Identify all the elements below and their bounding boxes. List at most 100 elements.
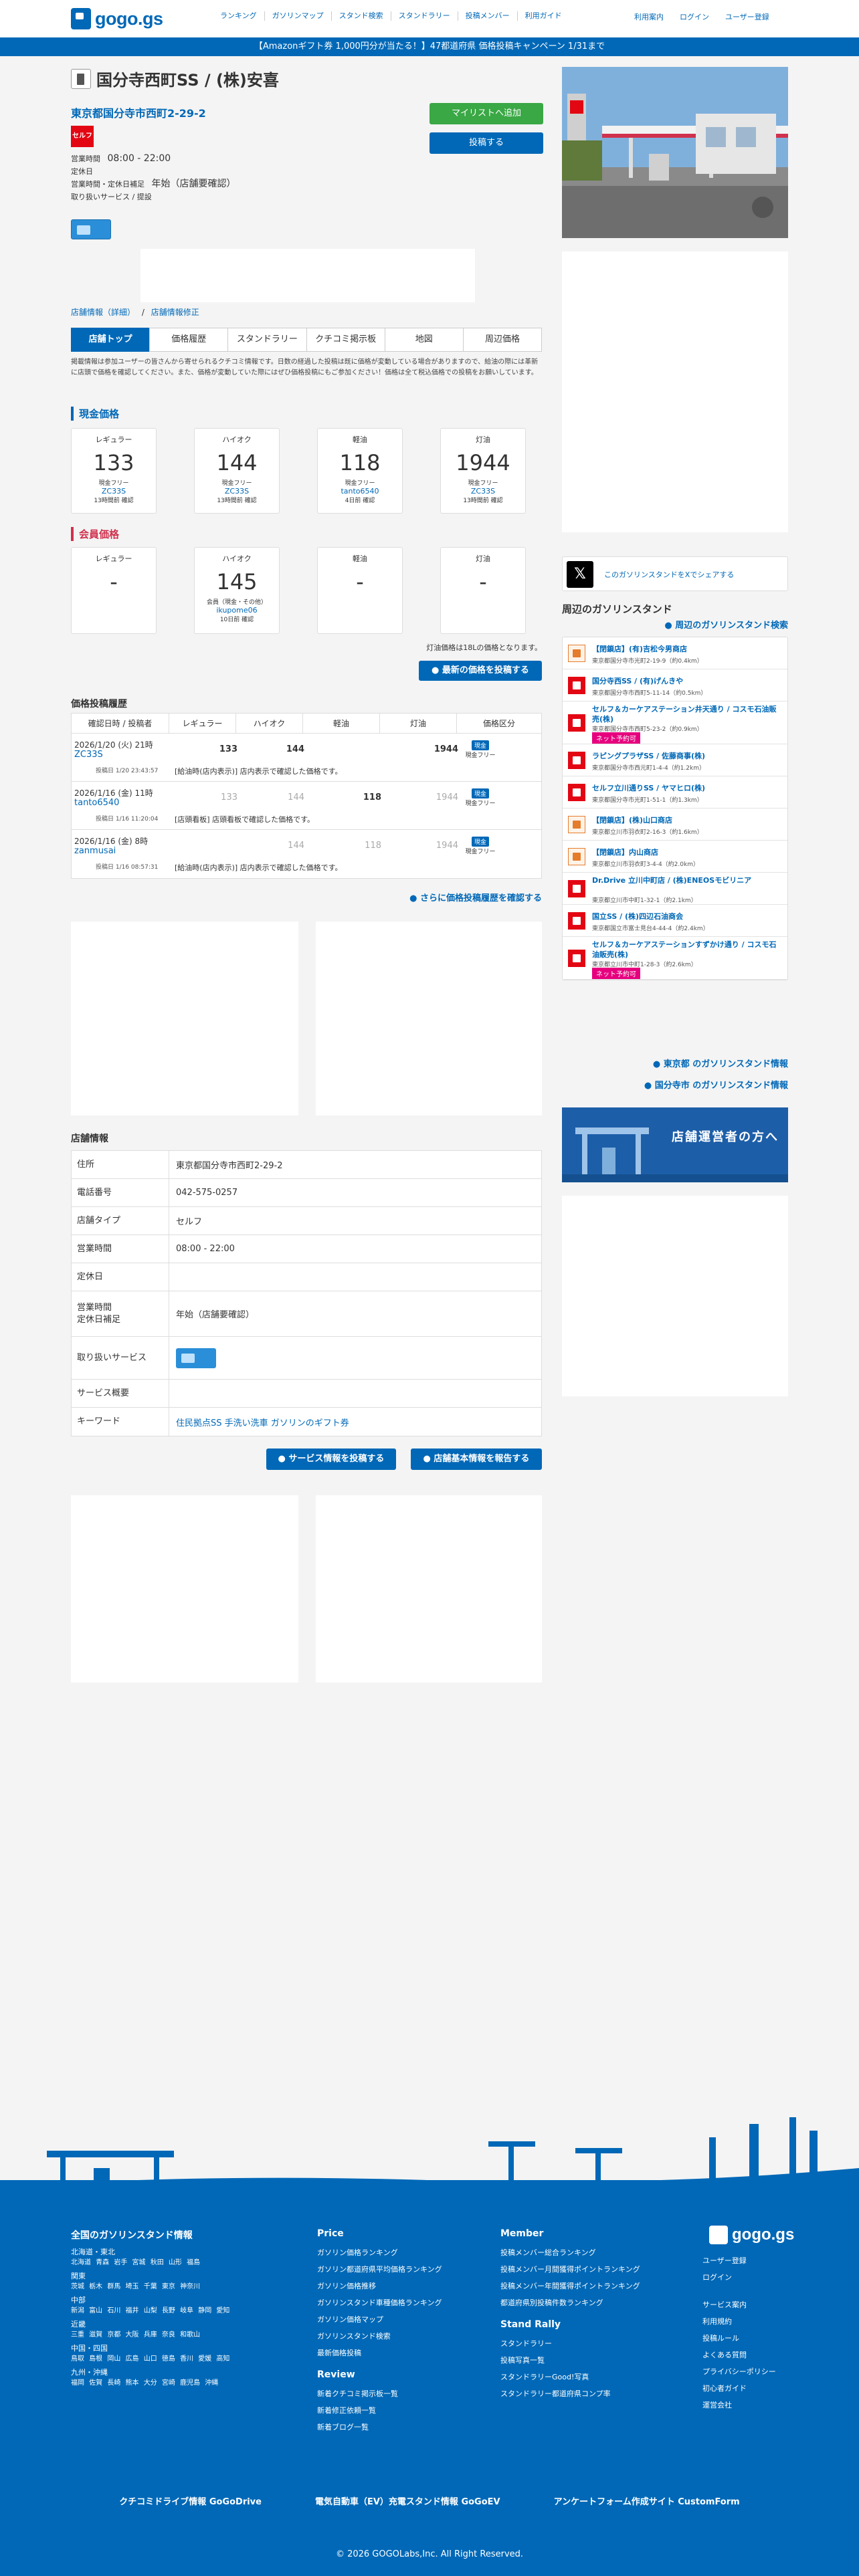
region-name: 九州・沖縄 bbox=[71, 2368, 108, 2377]
region-prefs[interactable]: 鳥取 島根 岡山 広島 山口 徳島 香川 愛媛 高知 bbox=[71, 2354, 292, 2365]
nearby-name[interactable]: 国立SS / (株)四辺石油商会 bbox=[592, 911, 783, 922]
nearby-item[interactable]: 【閉鎖店】内山商店 東京都立川市羽衣町3-4-4（約2.0km） bbox=[563, 841, 787, 873]
footer-price-link[interactable]: 最新価格投稿 bbox=[317, 2345, 478, 2361]
nav-map[interactable]: ガソリンマップ bbox=[265, 11, 332, 21]
footer-price-link[interactable]: ガソリン価格ランキング bbox=[317, 2244, 478, 2261]
footer-rally-link[interactable]: 投稿写真一覧 bbox=[500, 2352, 674, 2369]
station-tabs: 店舗トップ 価格履歴 スタンドラリー クチコミ掲示板 地図 周辺価格 bbox=[71, 328, 543, 352]
nearby-item[interactable]: Dr.Drive 立川中町店 / (株)ENEOSモビリニア 東京都立川市中町1-… bbox=[563, 873, 787, 905]
post-latest-price-button[interactable]: ● 最新の価格を投稿する bbox=[419, 661, 542, 681]
footer-rally-link[interactable]: スタンドラリー都道府県コンプ率 bbox=[500, 2385, 674, 2402]
add-mylist-button[interactable]: マイリストへ追加 bbox=[430, 103, 543, 124]
price-user[interactable]: ZC33S bbox=[195, 487, 279, 496]
footer-rally-link[interactable]: スタンドラリーGood!写真 bbox=[500, 2369, 674, 2385]
footer-price-link[interactable]: ガソリン価格推移 bbox=[317, 2278, 478, 2294]
nearby-search-link[interactable]: ● 周辺のガソリンスタンド検索 bbox=[562, 618, 788, 631]
region-prefs[interactable]: 茨城 栃木 群馬 埼玉 千葉 東京 神奈川 bbox=[71, 2282, 292, 2292]
nav-search[interactable]: スタンド検索 bbox=[332, 11, 391, 21]
post-button[interactable]: 投稿する bbox=[430, 132, 543, 154]
footer-review-link[interactable]: 新着ブログ一覧 bbox=[317, 2419, 478, 2436]
footer-price-link[interactable]: ガソリン価格マップ bbox=[317, 2311, 478, 2328]
nearby-name[interactable]: 【閉鎖店】内山商店 bbox=[592, 847, 783, 857]
nearby-item[interactable]: 国分寺西SS / (有)げんきや 東京都国分寺市西町5-11-14（約0.5km） bbox=[563, 669, 787, 702]
tab-reviews[interactable]: クチコミ掲示板 bbox=[306, 328, 385, 352]
tokyo-stations-link[interactable]: ● 東京都 のガソリンスタンド情報 bbox=[562, 1057, 788, 1069]
row-user[interactable]: ZC33S bbox=[74, 750, 103, 760]
price-user[interactable]: ZC33S bbox=[72, 487, 156, 496]
footer-rally-link[interactable]: スタンドラリー bbox=[500, 2335, 674, 2352]
nearby-item[interactable]: セルフ立川通りSS / ヤマヒロ(株) 東京都国分寺市光町1-51-1（約1.3k… bbox=[563, 776, 787, 809]
gogoev-link[interactable]: 電気自動車（EV）充電スタンド情報 GoGoEV bbox=[315, 2494, 500, 2507]
nav-members[interactable]: 投稿メンバー bbox=[458, 11, 518, 21]
owner-banner[interactable]: 店舗運営者の方へ bbox=[562, 1107, 788, 1182]
footer-site-link[interactable]: 投稿ルール bbox=[702, 2330, 809, 2347]
nearby-name[interactable]: セルフ＆カーケアステーション井天通り / コスモ石油販売(株) bbox=[592, 704, 783, 724]
breadcrumb-edit[interactable]: 店舗情報修正 bbox=[151, 308, 199, 317]
footer-member-link[interactable]: 投稿メンバー年間獲得ポイントランキング bbox=[500, 2278, 674, 2294]
nearby-name[interactable]: 【閉鎖店】(株)山口商店 bbox=[592, 815, 783, 825]
more-history-link[interactable]: ● さらに価格投稿履歴を確認する bbox=[365, 891, 542, 903]
breadcrumb-detail[interactable]: 店舗情報（詳細） bbox=[71, 308, 135, 317]
site-logo[interactable]: gogo.gs bbox=[71, 5, 163, 32]
tab-rally[interactable]: スタンドラリー bbox=[227, 328, 306, 352]
price-user[interactable]: ikupome06 bbox=[195, 606, 279, 615]
post-service-info-button[interactable]: ● サービス情報を投稿する bbox=[266, 1448, 396, 1470]
footer-site-link[interactable]: サービス案内 bbox=[702, 2296, 809, 2313]
tab-map[interactable]: 地図 bbox=[384, 328, 463, 352]
nearby-item[interactable]: 【閉鎖店】(株)山口商店 東京都立川市羽衣町2-16-3（約1.6km） bbox=[563, 809, 787, 841]
footer-site-link[interactable]: 初心者ガイド bbox=[702, 2380, 809, 2397]
footer-price-link[interactable]: ガソリン都道府県平均価格ランキング bbox=[317, 2261, 478, 2278]
share-x-button[interactable]: 𝕏 このガソリンスタンドをXでシェアする bbox=[562, 556, 788, 591]
footer-member-link[interactable]: 都道府県別投稿件数ランキング bbox=[500, 2294, 674, 2311]
nearby-item[interactable]: 【閉鎖店】(有)吉松今男商店 東京都国分寺市光町2-19-9（約0.4km） bbox=[563, 637, 787, 669]
tab-nearby-prices[interactable]: 周辺価格 bbox=[462, 328, 543, 352]
nearby-item[interactable]: ラピングプラザSS / 佐藤商事(株) 東京都国分寺市西元町1-4-4（約1.2k… bbox=[563, 744, 787, 776]
footer-logo[interactable]: gogo.gs bbox=[709, 2226, 794, 2244]
nearby-name[interactable]: 国分寺西SS / (有)げんきや bbox=[592, 676, 783, 686]
row-user[interactable]: tanto6540 bbox=[74, 798, 119, 808]
footer-review-link[interactable]: 新着クチコミ掲示板一覧 bbox=[317, 2385, 478, 2402]
customform-link[interactable]: アンケートフォーム作成サイト CustomForm bbox=[554, 2494, 740, 2507]
nav-login[interactable]: ログイン bbox=[680, 11, 709, 22]
station-photo[interactable] bbox=[562, 67, 788, 238]
city-stations-link[interactable]: ● 国分寺市 のガソリンスタンド情報 bbox=[562, 1078, 788, 1091]
footer-account-link[interactable]: ログイン bbox=[702, 2269, 809, 2286]
region-prefs[interactable]: 福岡 佐賀 長崎 熊本 大分 宮崎 鹿児島 沖縄 bbox=[71, 2378, 292, 2389]
footer-site-link[interactable]: プライバシーポリシー bbox=[702, 2363, 809, 2380]
campaign-banner[interactable]: 【Amazonギフト券 1,000円分が当たる！】47都道府県 価格投稿キャンペ… bbox=[0, 37, 859, 56]
nav-rally[interactable]: スタンドラリー bbox=[391, 11, 458, 21]
footer-review-link[interactable]: 新着修正依頼一覧 bbox=[317, 2402, 478, 2419]
price-user[interactable]: tanto6540 bbox=[318, 487, 402, 496]
brand-icon bbox=[568, 880, 585, 897]
footer-account-link[interactable]: ユーザー登録 bbox=[702, 2252, 809, 2269]
footer-site-link[interactable]: 運営会社 bbox=[702, 2397, 809, 2413]
nav-ranking[interactable]: ランキング bbox=[213, 11, 265, 21]
row-user[interactable]: zanmusai bbox=[74, 846, 116, 856]
nav-guide[interactable]: 利用ガイド bbox=[518, 11, 569, 21]
price-user[interactable]: ZC33S bbox=[441, 487, 525, 496]
nearby-name[interactable]: 【閉鎖店】(有)吉松今男商店 bbox=[592, 644, 783, 654]
nearby-name[interactable]: Dr.Drive 立川中町店 / (株)ENEOSモビリニア bbox=[592, 875, 783, 885]
nav-about[interactable]: 利用案内 bbox=[634, 11, 664, 22]
nearby-name[interactable]: セルフ＆カーケアステーションすずかけ通り / コスモ石油販売(株) bbox=[592, 940, 783, 960]
nearby-name[interactable]: ラピングプラザSS / 佐藤商事(株) bbox=[592, 751, 783, 761]
footer-site-link[interactable]: 利用規約 bbox=[702, 2313, 809, 2330]
nav-register[interactable]: ユーザー登録 bbox=[725, 11, 769, 22]
tab-history[interactable]: 価格履歴 bbox=[149, 328, 228, 352]
nearby-item[interactable]: 国立SS / (株)四辺石油商会 東京都国立市富士見台4-44-4（約2.4km） bbox=[563, 905, 787, 937]
region-prefs[interactable]: 三重 滋賀 京都 大阪 兵庫 奈良 和歌山 bbox=[71, 2330, 292, 2341]
nearby-item[interactable]: セルフ＆カーケアステーション井天通り / コスモ石油販売(株) 東京都国分寺市西町… bbox=[563, 702, 787, 744]
region-prefs[interactable]: 新潟 富山 石川 福井 山梨 長野 岐阜 静岡 愛知 bbox=[71, 2306, 292, 2317]
footer-price-link[interactable]: ガソリンスタンド車種価格ランキング bbox=[317, 2294, 478, 2311]
footer-member-link[interactable]: 投稿メンバー月間獲得ポイントランキング bbox=[500, 2261, 674, 2278]
region-prefs[interactable]: 北海道 青森 岩手 宮城 秋田 山形 福島 bbox=[71, 2258, 292, 2268]
gogodrive-link[interactable]: クチコミドライブ情報 GoGoDrive bbox=[119, 2494, 262, 2507]
report-shop-info-button[interactable]: ● 店舗基本情報を報告する bbox=[411, 1448, 542, 1470]
tab-top[interactable]: 店舗トップ bbox=[71, 328, 150, 352]
footer-site-link[interactable]: よくある質問 bbox=[702, 2347, 809, 2363]
station-address[interactable]: 東京都国分寺市西町2-29-2 bbox=[71, 104, 206, 120]
footer-price-link[interactable]: ガソリンスタンド検索 bbox=[317, 2328, 478, 2345]
nearby-item[interactable]: セルフ＆カーケアステーションすずかけ通り / コスモ石油販売(株) 東京都立川市中… bbox=[563, 937, 787, 980]
nearby-name[interactable]: セルフ立川通りSS / ヤマヒロ(株) bbox=[592, 783, 783, 793]
footer-member-link[interactable]: 投稿メンバー総合ランキング bbox=[500, 2244, 674, 2261]
